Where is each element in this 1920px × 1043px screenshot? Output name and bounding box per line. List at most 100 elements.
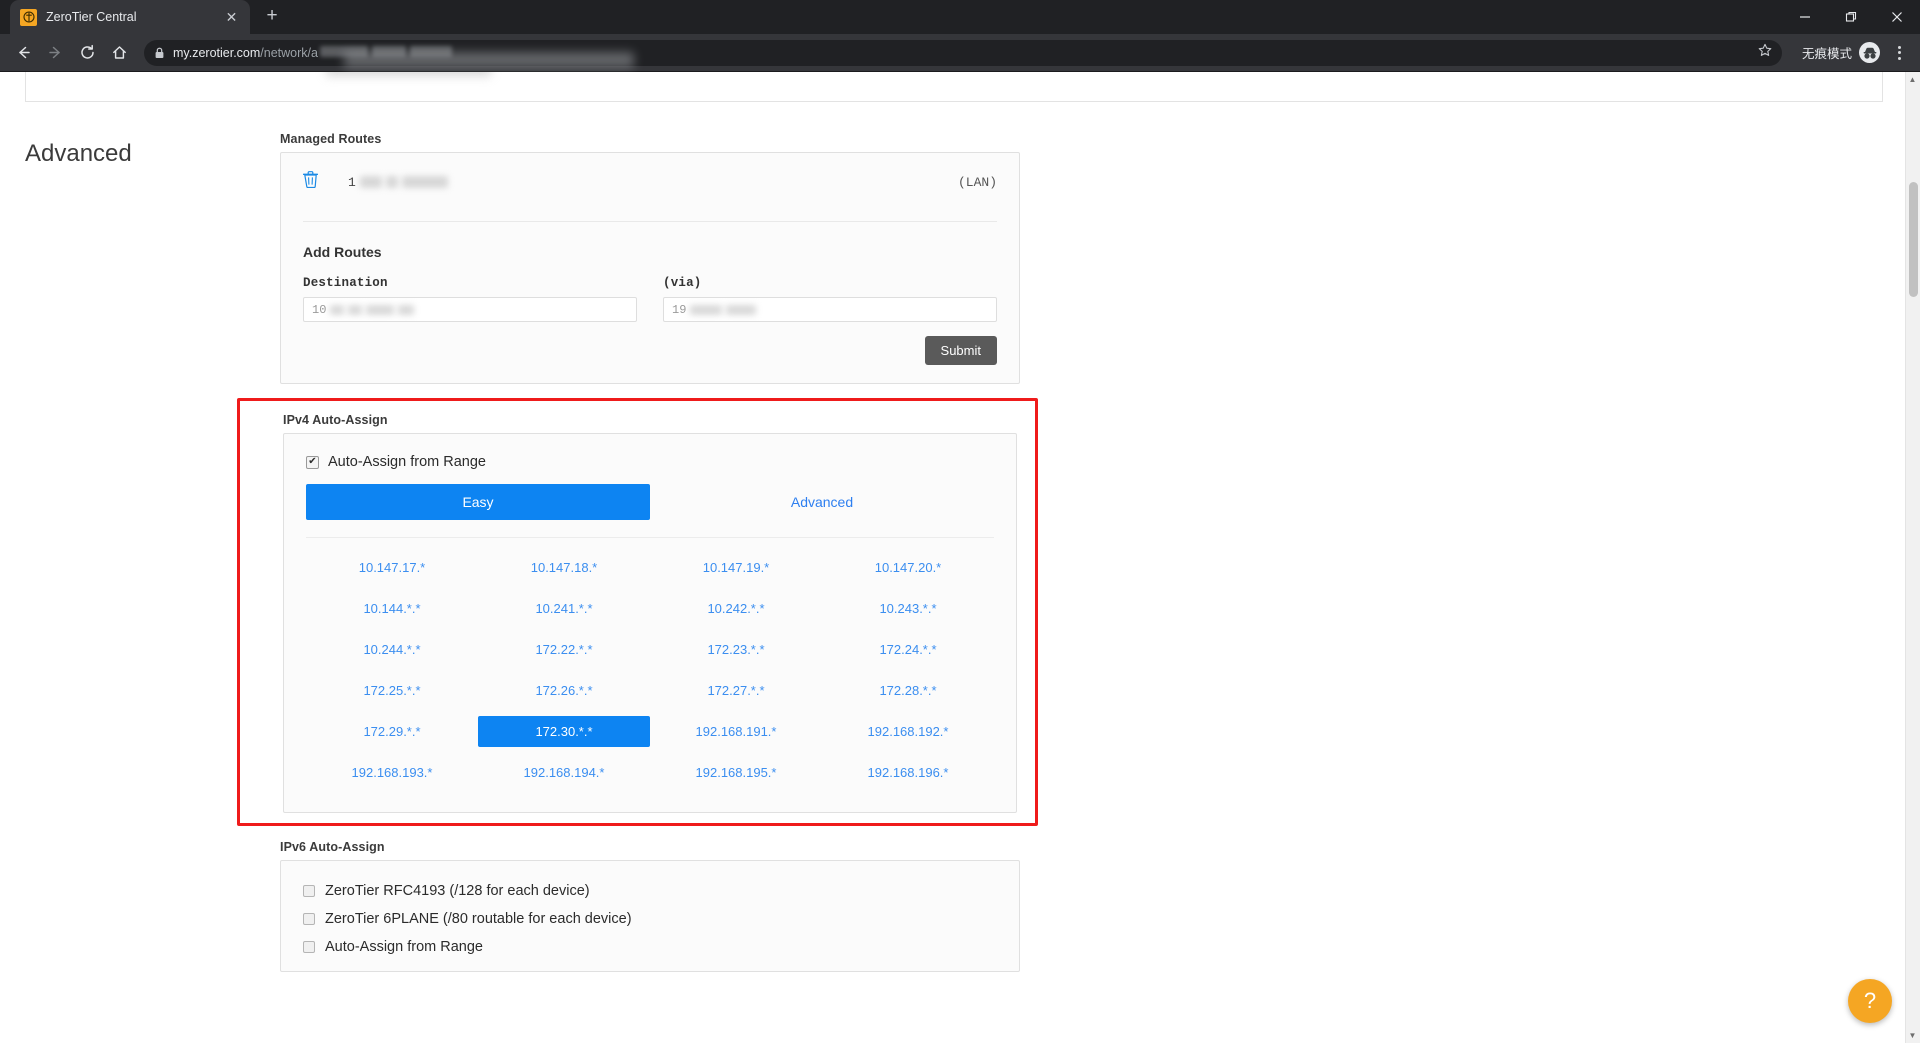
- window-controls: [1782, 0, 1920, 34]
- browser-tab[interactable]: ZeroTier Central ✕: [10, 0, 250, 34]
- reload-button-icon[interactable]: [72, 38, 102, 68]
- page-title: Advanced: [25, 140, 132, 167]
- ipv4-auto-assign-checkbox-label: Auto-Assign from Range: [328, 454, 486, 470]
- ipv4-range-cell[interactable]: 172.24.*.*: [822, 634, 994, 665]
- via-redaction-1: [690, 304, 723, 315]
- ipv4-range-cell[interactable]: 172.27.*.*: [650, 675, 822, 706]
- url-host: my.zerotier.com: [173, 45, 261, 60]
- ipv4-range-cell[interactable]: 192.168.193.*: [306, 757, 478, 788]
- managed-route-lan-tag: (LAN): [957, 174, 997, 190]
- ipv4-range-cell[interactable]: 192.168.192.*: [822, 716, 994, 747]
- page-viewport: Advanced Managed Routes 1 (LAN) Add Rout…: [0, 72, 1920, 1043]
- ipv4-range-cell[interactable]: 10.147.18.*: [478, 552, 650, 583]
- ipv4-auto-assign-checkbox-row[interactable]: Auto-Assign from Range: [284, 434, 1016, 470]
- incognito-avatar-icon: [1859, 42, 1880, 63]
- submit-row: Submit: [281, 322, 1019, 383]
- ipv4-range-cell[interactable]: 172.23.*.*: [650, 634, 822, 665]
- route-redaction-2: [385, 176, 398, 188]
- ipv4-range-cell[interactable]: 172.22.*.*: [478, 634, 650, 665]
- ipv6-option-row[interactable]: ZeroTier 6PLANE (/80 routable for each d…: [303, 905, 997, 933]
- ipv6-option-checkbox[interactable]: [303, 885, 315, 897]
- ipv4-auto-assign-label: IPv4 Auto-Assign: [283, 413, 388, 427]
- ipv4-range-cell[interactable]: 10.242.*.*: [650, 593, 822, 624]
- ipv4-range-cell[interactable]: 172.26.*.*: [478, 675, 650, 706]
- help-button[interactable]: ?: [1848, 979, 1892, 1023]
- ipv4-range-cell[interactable]: 10.244.*.*: [306, 634, 478, 665]
- destination-field-group: Destination 10: [303, 276, 637, 322]
- minimize-button[interactable]: [1782, 0, 1828, 34]
- via-label: (via): [663, 276, 702, 290]
- bookmark-star-icon[interactable]: [1758, 43, 1772, 62]
- scroll-up-arrow-icon[interactable]: ▲: [1905, 72, 1920, 87]
- ipv4-range-cell[interactable]: 10.241.*.*: [478, 593, 650, 624]
- via-input-value: 19: [672, 302, 687, 317]
- ipv4-range-cell[interactable]: 10.243.*.*: [822, 593, 994, 624]
- destination-label: Destination: [303, 276, 388, 290]
- browser-window: ZeroTier Central ✕ + my.zerotier.com /ne…: [0, 0, 1920, 1043]
- route-prefix-text: 1: [348, 174, 356, 190]
- ipv4-range-cell[interactable]: 192.168.191.*: [650, 716, 822, 747]
- ipv6-auto-assign-card: ZeroTier RFC4193 (/128 for each device) Z…: [280, 860, 1020, 972]
- ipv6-option-label: Auto-Assign from Range: [325, 939, 483, 955]
- ipv4-range-cell[interactable]: 192.168.196.*: [822, 757, 994, 788]
- ipv4-range-cell[interactable]: 10.147.17.*: [306, 552, 478, 583]
- ipv6-option-row[interactable]: ZeroTier RFC4193 (/128 for each device): [303, 877, 997, 905]
- destination-redaction-2: [348, 304, 363, 315]
- back-button-icon[interactable]: [8, 38, 38, 68]
- delete-route-icon[interactable]: [302, 171, 319, 193]
- ipv6-option-checkbox[interactable]: [303, 913, 315, 925]
- scroll-down-arrow-icon[interactable]: ▼: [1905, 1028, 1920, 1043]
- ipv4-range-cell[interactable]: 192.168.195.*: [650, 757, 822, 788]
- ipv4-range-cell[interactable]: 10.144.*.*: [306, 593, 478, 624]
- url-path: /network/a: [260, 45, 318, 60]
- forward-button-icon[interactable]: [40, 38, 70, 68]
- ipv4-range-cell[interactable]: 172.28.*.*: [822, 675, 994, 706]
- ipv6-option-checkbox[interactable]: [303, 941, 315, 953]
- destination-redaction-1: [330, 304, 345, 315]
- managed-routes-card: 1 (LAN) Add Routes Destination 10 (via): [280, 152, 1020, 384]
- maximize-restore-button[interactable]: [1828, 0, 1874, 34]
- ipv4-range-cell[interactable]: 172.25.*.*: [306, 675, 478, 706]
- browser-menu-button[interactable]: [1886, 38, 1912, 68]
- redacted-content: [326, 72, 491, 76]
- address-bar[interactable]: my.zerotier.com/network/a: [144, 39, 1782, 68]
- incognito-indicator[interactable]: 无痕模式: [1802, 42, 1880, 63]
- ipv4-range-cell[interactable]: 10.147.20.*: [822, 552, 994, 583]
- destination-input[interactable]: 10: [303, 297, 637, 322]
- route-redaction-3: [401, 176, 448, 188]
- new-tab-button[interactable]: +: [258, 3, 286, 31]
- zerotier-favicon-icon: [20, 8, 37, 26]
- managed-route-destination: 1: [348, 175, 928, 190]
- tab-easy[interactable]: Easy: [306, 484, 650, 520]
- route-redaction-1: [359, 176, 382, 188]
- lock-icon: [154, 47, 165, 59]
- ipv6-auto-assign-label: IPv6 Auto-Assign: [280, 840, 385, 854]
- page-scrollbar[interactable]: ▲ ▼: [1905, 72, 1920, 1043]
- browser-toolbar: my.zerotier.com/network/a 无痕模式: [0, 34, 1920, 72]
- scrollbar-thumb[interactable]: [1909, 182, 1918, 297]
- tab-advanced[interactable]: Advanced: [650, 484, 994, 520]
- advanced-settings-column: Managed Routes 1 (LAN) Add Routes Destin…: [237, 132, 1038, 972]
- previous-section-card-remnant: [25, 72, 1883, 102]
- submit-route-button[interactable]: Submit: [924, 336, 997, 365]
- add-routes-heading: Add Routes: [303, 244, 382, 260]
- destination-redaction-3: [366, 304, 395, 315]
- ipv4-auto-assign-card: Auto-Assign from Range Easy Advanced 10.…: [283, 433, 1017, 813]
- via-input[interactable]: 19: [663, 297, 997, 322]
- tab-close-icon[interactable]: ✕: [223, 9, 240, 26]
- via-field-group: (via) 19: [663, 276, 997, 322]
- browser-titlebar: ZeroTier Central ✕ +: [0, 0, 1920, 34]
- ipv4-range-cell[interactable]: 172.30.*.*: [478, 716, 650, 747]
- ipv4-range-cell[interactable]: 172.29.*.*: [306, 716, 478, 747]
- ipv6-option-row[interactable]: Auto-Assign from Range: [303, 933, 997, 961]
- ipv4-range-grid: 10.147.17.* 10.147.18.* 10.147.19.* 10.147.…: [284, 538, 1016, 812]
- incognito-label: 无痕模式: [1801, 47, 1852, 61]
- ipv4-range-cell[interactable]: 192.168.194.*: [478, 757, 650, 788]
- close-window-button[interactable]: [1874, 0, 1920, 34]
- ipv4-auto-assign-checkbox[interactable]: [306, 455, 319, 469]
- ipv4-highlight-annotation: IPv4 Auto-Assign Auto-Assign from Range …: [237, 398, 1038, 826]
- ipv4-range-cell[interactable]: 10.147.19.*: [650, 552, 822, 583]
- destination-redaction-4: [398, 304, 415, 315]
- ipv6-option-label: ZeroTier 6PLANE (/80 routable for each d…: [325, 911, 632, 927]
- home-button-icon[interactable]: [104, 38, 134, 68]
